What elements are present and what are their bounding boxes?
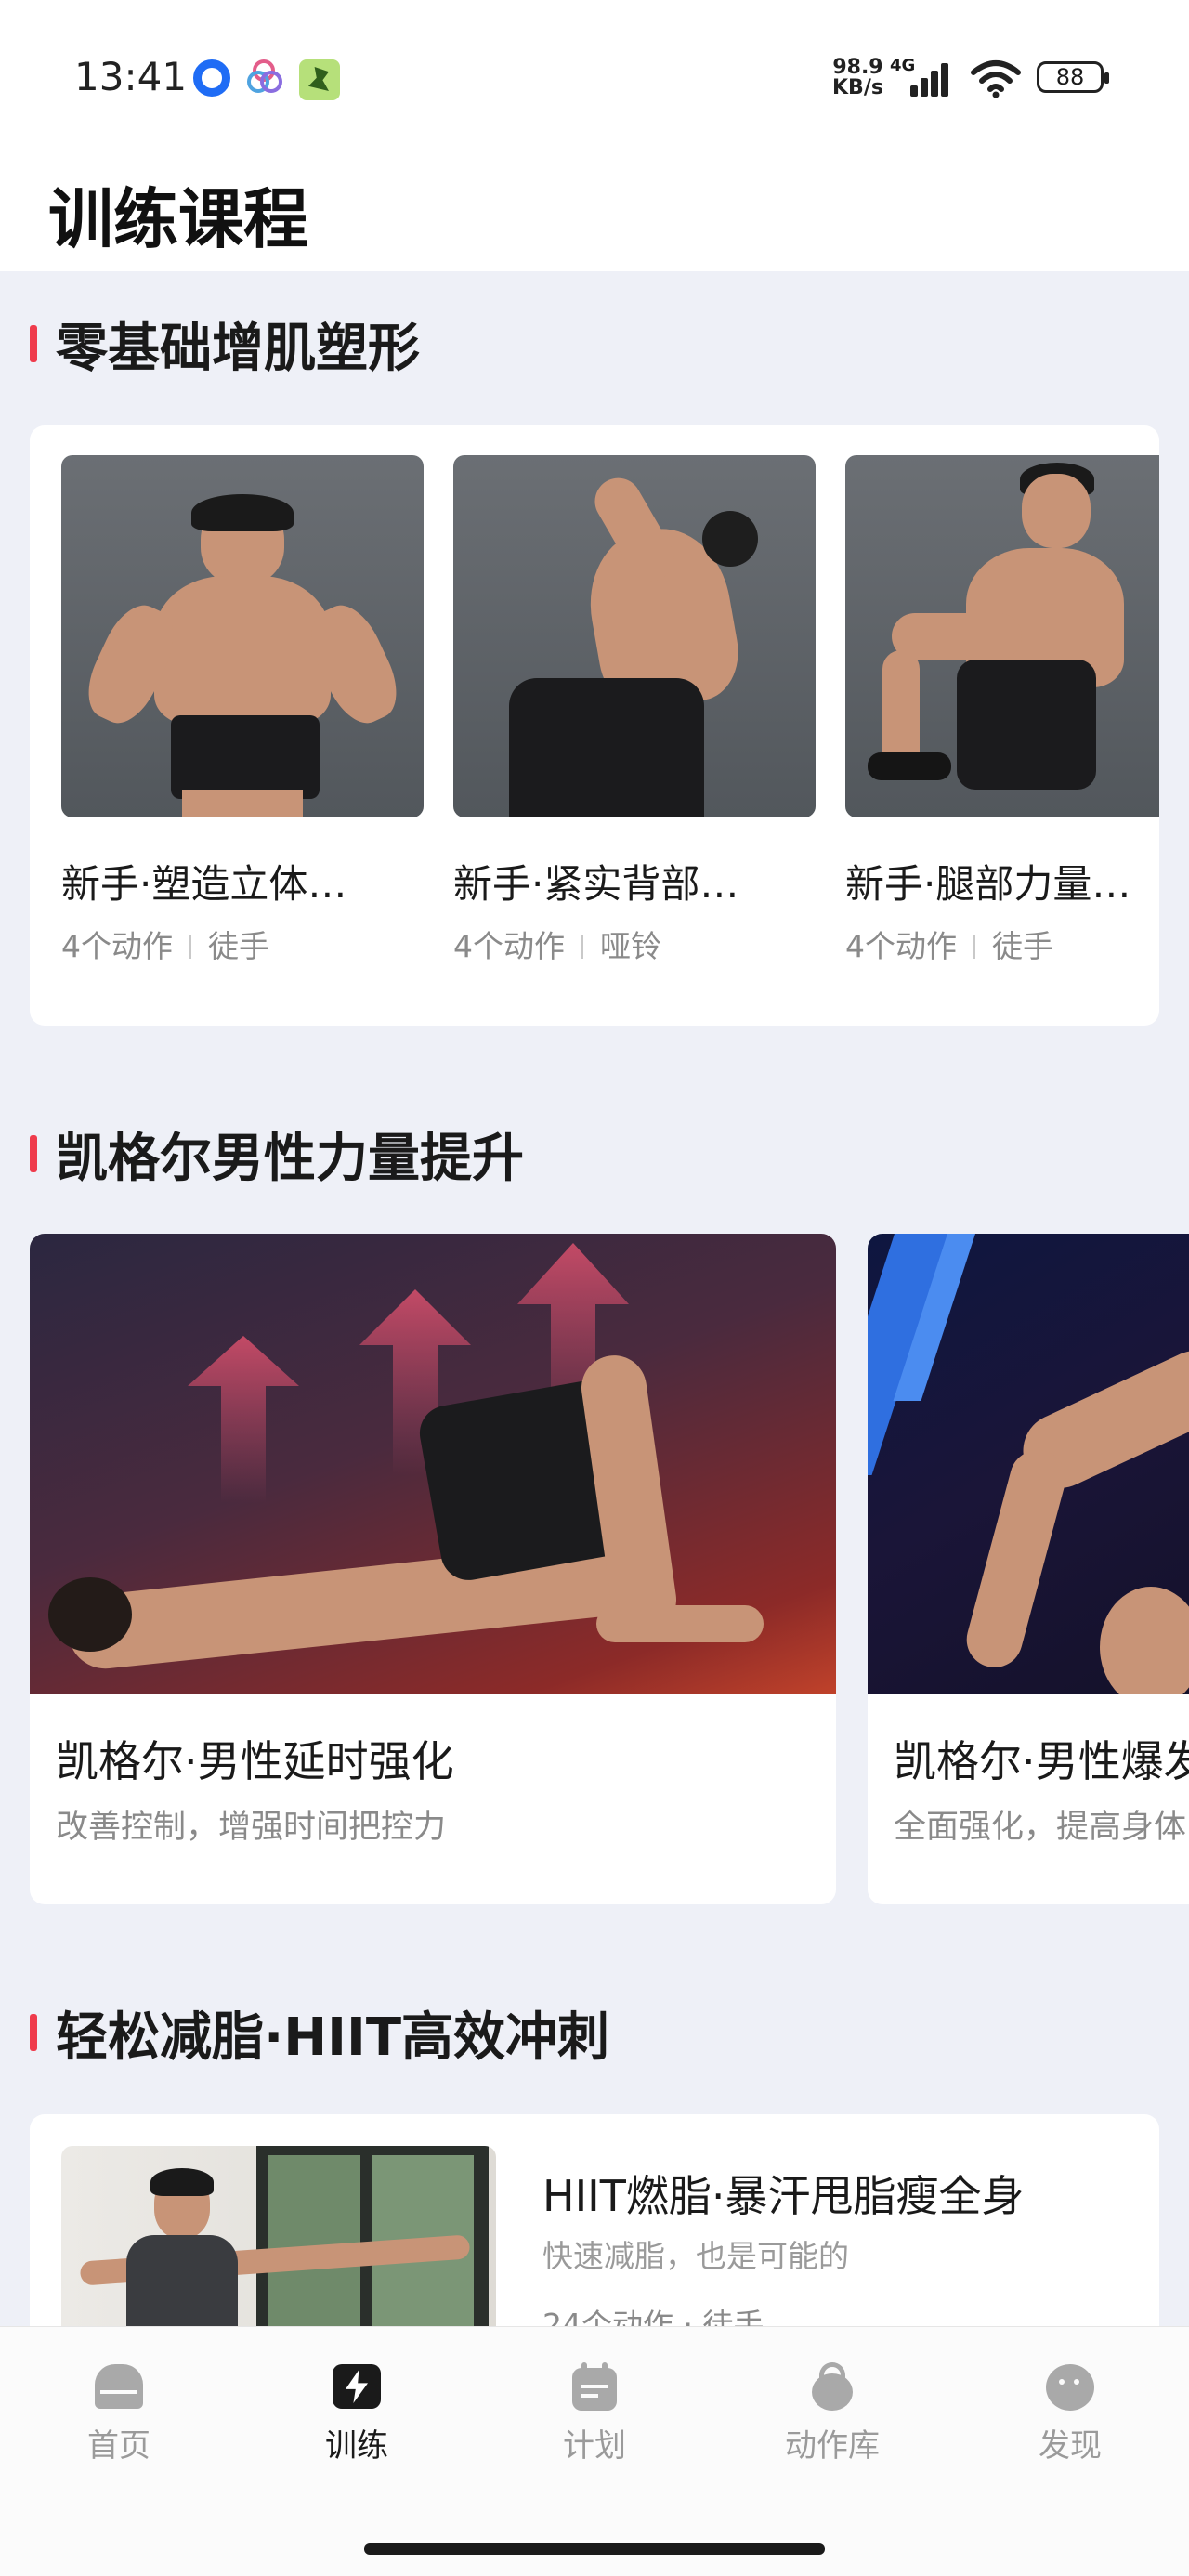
status-time: 13:41 [74, 54, 188, 99]
home-indicator[interactable] [364, 2543, 825, 2555]
network-speed: 98.9 KB/s [832, 56, 883, 99]
course-title: 新手·塑造立体… [61, 861, 347, 907]
section-title: 凯格尔男性力量提升 [56, 1129, 524, 1189]
course-title: 新手·腿部力量… [845, 861, 1131, 907]
tab-exercise-library[interactable]: 动作库 [739, 2362, 925, 2465]
equipment-label: 徒手 [208, 928, 269, 964]
equipment-label: 徒手 [992, 928, 1053, 964]
kettlebell-icon [806, 2362, 858, 2411]
banner-image [30, 1234, 836, 1694]
course-title: HIIT燃脂·暴汗甩脂瘦全身 [542, 2171, 1025, 2221]
course-title: 新手·紧实背部… [453, 861, 739, 907]
section-accent-bar [30, 1135, 37, 1172]
course-meta: 4个动作 哑铃 [453, 922, 661, 966]
bottom-tab-bar: 首页 训练 计划 动作库 发现 [0, 2326, 1189, 2576]
status-bar: 13:41 98.9 KB/s 4G 88 [0, 0, 1189, 149]
tab-training[interactable]: 训练 [264, 2362, 450, 2465]
tab-plan[interactable]: 计划 [502, 2362, 687, 2465]
battery-indicator: 88 [1037, 61, 1109, 93]
notification-app-icon [299, 59, 340, 100]
notification-app-icon [193, 59, 230, 97]
course-thumbnail[interactable] [453, 455, 816, 817]
course-carousel-card: 新手·塑造立体… 4个动作 徒手 新手·紧实背部… 4个动作 哑铃 新手·腿部力… [30, 425, 1159, 1026]
banner-title: 凯格尔·男性延时强化 [56, 1736, 454, 1786]
page-title: 训练课程 [48, 181, 308, 257]
action-count: 4个动作 [453, 928, 565, 964]
section-title: 轻松减脂·HIIT高效冲刺 [56, 2007, 610, 2068]
course-meta: 4个动作 徒手 [61, 922, 269, 966]
banner-title: 凯格尔·男性爆发 [894, 1736, 1189, 1786]
course-meta: 4个动作 徒手 [845, 922, 1053, 966]
discover-icon [1044, 2362, 1096, 2411]
lightning-icon [331, 2362, 383, 2411]
tab-home[interactable]: 首页 [26, 2362, 212, 2465]
course-subtitle: 快速减脂，也是可能的 [542, 2238, 849, 2274]
course-thumbnail[interactable] [845, 455, 1159, 817]
notification-app-icon [247, 59, 284, 97]
equipment-label: 哑铃 [600, 928, 661, 964]
action-count: 4个动作 [61, 928, 173, 964]
banner-card[interactable]: 凯格尔·男性延时强化 改善控制，增强时间把控力 [30, 1234, 836, 1904]
banner-subtitle: 全面强化，提高身体 [894, 1809, 1187, 1846]
action-count: 4个动作 [845, 928, 957, 964]
calendar-icon [568, 2362, 621, 2411]
wifi-icon [971, 60, 1021, 98]
home-icon [93, 2362, 145, 2411]
banner-card[interactable]: 凯格尔·男性爆发 全面强化，提高身体 [868, 1234, 1189, 1904]
section-title: 零基础增肌塑形 [56, 319, 420, 379]
banner-subtitle: 改善控制，增强时间把控力 [56, 1809, 447, 1846]
section-accent-bar [30, 325, 37, 362]
tab-discover[interactable]: 发现 [977, 2362, 1163, 2465]
signal-icon [910, 59, 957, 97]
course-thumbnail[interactable] [61, 455, 424, 817]
banner-image [868, 1234, 1189, 1694]
section-accent-bar [30, 2014, 37, 2051]
